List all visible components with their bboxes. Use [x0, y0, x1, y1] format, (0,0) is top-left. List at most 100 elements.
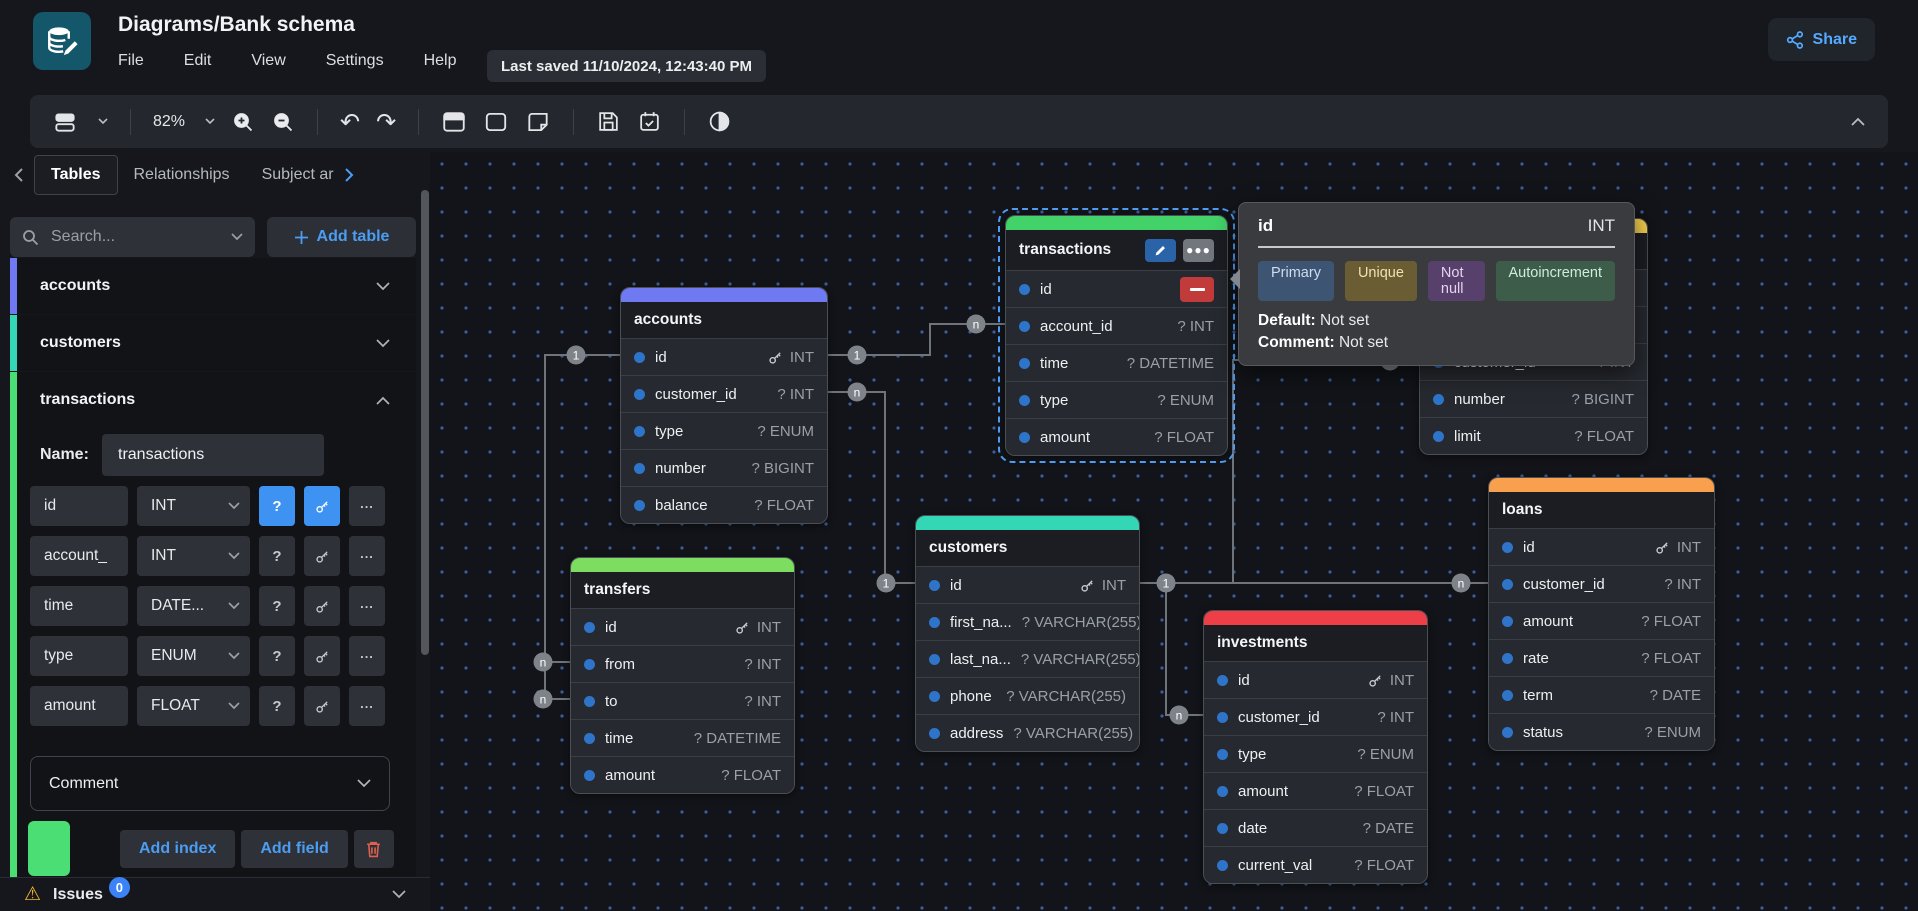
collapse-toolbar-button[interactable]	[1850, 117, 1866, 127]
table-field-row[interactable]: idINT	[571, 608, 794, 645]
table-field-row[interactable]: time? DATETIME	[1006, 344, 1227, 381]
field-name-input[interactable]: type	[30, 636, 128, 676]
er-table-customers[interactable]: customers idINT first_na...? VARCHAR(255…	[915, 515, 1140, 752]
field-name-input[interactable]: amount	[30, 686, 128, 726]
add-note-button[interactable]	[525, 109, 551, 135]
app-logo[interactable]	[33, 12, 91, 70]
add-field-button[interactable]: Add field	[241, 830, 347, 868]
table-field-row[interactable]: number? BIGINT	[1420, 380, 1647, 417]
field-more-options-button[interactable]: ...	[349, 586, 385, 626]
add-table-button[interactable]	[441, 109, 467, 135]
field-type-select[interactable]: ENUM	[137, 636, 250, 676]
table-field-row[interactable]: phone? VARCHAR(255)	[916, 677, 1139, 714]
table-field-row[interactable]: date? DATE	[1204, 809, 1427, 846]
menu-view[interactable]: View	[251, 52, 285, 70]
field-type-select[interactable]: DATE...	[137, 586, 250, 626]
menu-settings[interactable]: Settings	[326, 52, 384, 70]
er-table-accounts[interactable]: accounts idINT customer_id? INT type? EN…	[620, 287, 828, 524]
table-field-row[interactable]: id	[1006, 270, 1227, 307]
diagram-canvas[interactable]: id INT PrimaryUniqueNot nullAutoincremen…	[430, 152, 1918, 911]
table-field-row[interactable]: type? ENUM	[1204, 735, 1427, 772]
tab-subject-areas[interactable]: Subject ar	[246, 156, 342, 194]
table-field-row[interactable]: last_na...? VARCHAR(255)	[916, 640, 1139, 677]
nullable-toggle[interactable]: ?	[259, 636, 295, 676]
field-more-options-button[interactable]: ...	[349, 636, 385, 676]
table-header[interactable]: accounts	[621, 302, 827, 338]
table-field-row[interactable]: type? ENUM	[621, 412, 827, 449]
table-field-row[interactable]: balance? FLOAT	[621, 486, 827, 523]
share-button[interactable]: Share	[1768, 18, 1875, 61]
table-name-input[interactable]: transactions	[102, 434, 324, 476]
tab-relationships[interactable]: Relationships	[118, 156, 246, 194]
menu-file[interactable]: File	[118, 52, 144, 70]
search-input[interactable]: Search...	[10, 217, 255, 257]
undo-button[interactable]: ↶	[340, 111, 360, 133]
primary-key-toggle[interactable]	[304, 536, 340, 576]
nullable-toggle[interactable]: ?	[259, 536, 295, 576]
table-field-row[interactable]: number? BIGINT	[621, 449, 827, 486]
table-field-row[interactable]: current_val? FLOAT	[1204, 846, 1427, 883]
table-field-row[interactable]: amount? FLOAT	[1489, 602, 1714, 639]
menu-edit[interactable]: Edit	[184, 52, 212, 70]
accordion-item-transactions[interactable]: transactions	[10, 372, 416, 428]
table-field-row[interactable]: amount? FLOAT	[1204, 772, 1427, 809]
redo-button[interactable]: ↷	[376, 111, 396, 133]
zoom-in-button[interactable]	[231, 110, 255, 134]
zoom-out-button[interactable]	[271, 110, 295, 134]
table-more-options-button[interactable]: ●●●	[1183, 239, 1214, 262]
table-field-row[interactable]: type? ENUM	[1006, 381, 1227, 418]
layout-selector[interactable]	[52, 109, 108, 135]
add-table-button[interactable]: Add table	[267, 217, 416, 257]
table-header[interactable]: loans	[1489, 492, 1714, 528]
tabs-scroll-right-icon[interactable]	[344, 167, 355, 183]
delete-field-button[interactable]	[1180, 277, 1214, 302]
commit-calendar-button[interactable]	[637, 109, 662, 134]
table-field-row[interactable]: customer_id? INT	[1489, 565, 1714, 602]
field-name-input[interactable]: account_	[30, 536, 128, 576]
table-field-row[interactable]: from? INT	[571, 645, 794, 682]
table-field-row[interactable]: status? ENUM	[1489, 713, 1714, 750]
table-field-row[interactable]: amount? FLOAT	[571, 756, 794, 793]
zoom-selector[interactable]: 82%	[153, 113, 215, 131]
table-field-row[interactable]: idINT	[621, 338, 827, 375]
accordion-item-customers[interactable]: customers	[10, 315, 416, 371]
nullable-toggle[interactable]: ?	[259, 586, 295, 626]
er-table-investments[interactable]: investments idINT customer_id? INT type?…	[1203, 610, 1428, 884]
table-field-row[interactable]: account_id? INT	[1006, 307, 1227, 344]
sidebar-scrollbar[interactable]	[421, 190, 429, 655]
table-header[interactable]: investments	[1204, 625, 1427, 661]
add-index-button[interactable]: Add index	[120, 830, 235, 868]
er-table-transfers[interactable]: transfers idINT from? INT to? INT time? …	[570, 557, 795, 794]
table-header[interactable]: transfers	[571, 572, 794, 608]
add-area-button[interactable]	[483, 109, 509, 135]
table-field-row[interactable]: limit? FLOAT	[1420, 417, 1647, 454]
table-header[interactable]: customers	[916, 530, 1139, 566]
table-color-swatch[interactable]	[28, 821, 70, 876]
table-field-row[interactable]: amount? FLOAT	[1006, 418, 1227, 455]
nullable-toggle[interactable]: ?	[259, 486, 295, 526]
field-type-select[interactable]: INT	[137, 486, 250, 526]
table-field-row[interactable]: first_na...? VARCHAR(255)	[916, 603, 1139, 640]
theme-contrast-button[interactable]	[707, 109, 732, 134]
er-table-transactions[interactable]: transactions ●●● id account_id? INT time…	[1005, 215, 1228, 456]
table-field-row[interactable]: rate? FLOAT	[1489, 639, 1714, 676]
er-table-loans[interactable]: loans idINT customer_id? INT amount? FLO…	[1488, 477, 1715, 751]
edit-table-button[interactable]	[1145, 239, 1176, 262]
table-header[interactable]: transactions ●●●	[1006, 230, 1227, 270]
tab-tables[interactable]: Tables	[34, 155, 118, 195]
table-field-row[interactable]: term? DATE	[1489, 676, 1714, 713]
field-name-input[interactable]: time	[30, 586, 128, 626]
field-more-options-button[interactable]: ...	[349, 486, 385, 526]
table-field-row[interactable]: idINT	[1204, 661, 1427, 698]
primary-key-toggle[interactable]	[304, 686, 340, 726]
field-type-select[interactable]: INT	[137, 536, 250, 576]
accordion-item-accounts[interactable]: accounts	[10, 258, 416, 314]
nullable-toggle[interactable]: ?	[259, 686, 295, 726]
table-field-row[interactable]: customer_id? INT	[1204, 698, 1427, 735]
primary-key-toggle[interactable]	[304, 586, 340, 626]
delete-table-button[interactable]	[354, 830, 394, 868]
field-more-options-button[interactable]: ...	[349, 536, 385, 576]
table-field-row[interactable]: idINT	[1489, 528, 1714, 565]
primary-key-toggle[interactable]	[304, 636, 340, 676]
save-button[interactable]	[596, 109, 621, 134]
